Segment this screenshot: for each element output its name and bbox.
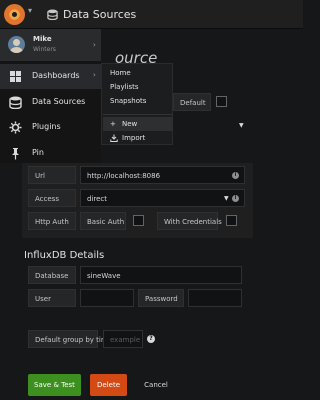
database-input[interactable]: sineWave: [80, 266, 242, 284]
default-checkbox[interactable]: [216, 96, 227, 107]
password-label: Password: [138, 289, 184, 307]
submenu-import-label: Import: [122, 134, 146, 142]
save-test-button[interactable]: Save & Test: [28, 374, 81, 396]
url-input[interactable]: http://localhost:8086: [80, 166, 245, 184]
apps-icon: [10, 71, 21, 82]
submenu-new-label: New: [122, 120, 138, 128]
submenu-divider: [103, 114, 173, 115]
database-icon: [47, 9, 58, 20]
submenu-item-home[interactable]: Home: [110, 69, 131, 77]
sidebar-item-data-sources[interactable]: Data Sources: [0, 90, 101, 115]
with-credentials-label: With Credentials: [157, 212, 222, 230]
dashboards-submenu: Home Playlists Snapshots + New Import: [101, 63, 173, 145]
with-credentials-checkbox[interactable]: [226, 215, 237, 226]
top-navbar: ▾ Data Sources: [0, 0, 303, 29]
influxdb-heading: InfluxDB Details: [24, 250, 105, 261]
user-org: Winters: [33, 46, 56, 53]
basic-auth-label: Basic Auth: [80, 212, 126, 230]
access-select[interactable]: direct: [80, 189, 245, 207]
sidebar-item-label: Pin: [32, 148, 44, 157]
delete-button[interactable]: Delete: [90, 374, 127, 396]
access-caret-icon[interactable]: ▼: [224, 195, 229, 202]
plug-icon: [9, 121, 22, 134]
submenu-item-snapshots[interactable]: Snapshots: [110, 97, 146, 105]
pin-icon: [12, 148, 19, 160]
sidebar-item-label: Data Sources: [32, 97, 86, 106]
cancel-button[interactable]: Cancel: [136, 374, 176, 396]
basic-auth-checkbox[interactable]: [133, 215, 144, 226]
group-by-input[interactable]: example: [103, 330, 143, 348]
grafana-logo-icon[interactable]: [4, 4, 25, 25]
import-icon: [110, 134, 118, 142]
user-name: Mike: [33, 35, 52, 43]
chevron-right-icon: ›: [93, 41, 96, 49]
sidebar-item-label: Dashboards: [32, 71, 80, 80]
caret-down-icon[interactable]: ▾: [28, 6, 32, 15]
http-auth-label: Http Auth: [28, 212, 76, 230]
info-icon[interactable]: i: [232, 172, 239, 179]
url-label: Url: [28, 166, 76, 184]
info-icon[interactable]: i: [232, 195, 239, 202]
user-label: User: [28, 289, 76, 307]
breadcrumb-title[interactable]: Data Sources: [63, 8, 136, 21]
access-label: Access: [28, 189, 76, 207]
group-by-placeholder: example: [110, 336, 141, 344]
avatar: [8, 36, 25, 53]
password-input[interactable]: [188, 289, 242, 307]
group-by-label: Default group by time: [28, 330, 112, 348]
database-icon: [9, 96, 22, 109]
type-select-caret-icon[interactable]: ▼: [239, 122, 244, 129]
submenu-new-button[interactable]: + New: [103, 117, 173, 131]
default-label: Default: [173, 93, 211, 111]
sidebar-item-pin[interactable]: Pin: [0, 141, 101, 166]
sidebar-item-dashboards[interactable]: Dashboards ›: [0, 64, 101, 89]
user-profile-item[interactable]: Mike Winters ›: [0, 29, 101, 61]
sidebar-item-plugins[interactable]: Plugins: [0, 115, 101, 140]
plus-icon: +: [110, 120, 116, 128]
help-icon[interactable]: ?: [147, 335, 155, 343]
submenu-import-button[interactable]: Import: [103, 131, 173, 145]
user-input[interactable]: [80, 289, 134, 307]
submenu-item-playlists[interactable]: Playlists: [110, 83, 139, 91]
chevron-right-icon: ›: [93, 71, 96, 79]
side-menu: Mike Winters › Dashboards › Data Sources…: [0, 29, 101, 163]
database-label: Database: [28, 266, 76, 284]
sidebar-item-label: Plugins: [32, 122, 61, 131]
